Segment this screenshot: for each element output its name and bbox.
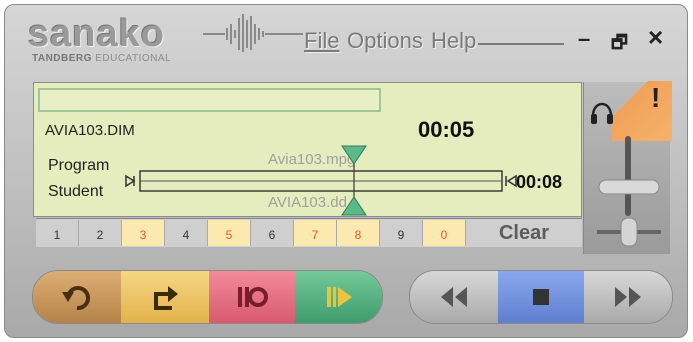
menu-options[interactable]: Options — [347, 28, 423, 54]
bookmark-0[interactable]: 0 — [423, 220, 466, 246]
bookmark-2[interactable]: 2 — [79, 220, 122, 246]
student-label: Student — [48, 183, 104, 200]
menu-file[interactable]: File — [304, 28, 339, 54]
play-from-button[interactable] — [295, 271, 382, 323]
program-label: Program — [48, 157, 110, 174]
logo-subtitle: TANDBERG EDUCATIONAL — [32, 53, 172, 64]
fast-forward-icon — [615, 287, 641, 307]
master-volume-handle — [598, 179, 660, 195]
alert-icon: ! — [651, 82, 661, 113]
stop-button[interactable] — [498, 271, 584, 323]
rewind-icon — [441, 287, 467, 307]
repeat-icon — [154, 286, 178, 310]
record-button[interactable] — [209, 271, 295, 323]
program-position-marker-icon — [341, 145, 367, 165]
play-from-icon — [326, 287, 352, 307]
rewind-button[interactable] — [410, 271, 498, 323]
menu-help[interactable]: Help — [431, 28, 476, 54]
bookmark-1[interactable]: 1 — [36, 220, 79, 246]
bookmark-6[interactable]: 6 — [251, 220, 294, 246]
sanako-logo: sanako — [28, 13, 165, 55]
remaining-time: 00:08 — [516, 172, 563, 192]
start-marker-icon — [125, 174, 136, 188]
master-volume-track — [625, 136, 631, 216]
status-field — [38, 88, 381, 112]
clear-bookmarks-button[interactable]: Clear — [466, 219, 582, 247]
stop-icon — [533, 289, 549, 305]
minimize-button[interactable]: – — [578, 26, 590, 52]
restore-button[interactable]: 🗗 — [611, 30, 628, 60]
bookmark-9[interactable]: 9 — [380, 220, 423, 246]
bookmark-8[interactable]: 8 — [337, 220, 380, 246]
end-marker-icon — [506, 174, 517, 188]
bookmark-4[interactable]: 4 — [165, 220, 208, 246]
timeline[interactable] — [120, 140, 520, 220]
volume-sliders[interactable] — [595, 132, 665, 250]
bookmark-7[interactable]: 7 — [294, 220, 337, 246]
undo-button[interactable] — [33, 271, 121, 323]
loaded-filename: AVIA103.DIM — [45, 122, 135, 139]
balance-handle — [620, 217, 638, 247]
bookmark-3[interactable]: 3 — [122, 220, 165, 246]
recording-controls — [32, 270, 383, 324]
repeat-button[interactable] — [121, 271, 209, 323]
fast-forward-button[interactable] — [584, 271, 672, 323]
bookmark-5[interactable]: 5 — [208, 220, 251, 246]
waveform-graphic — [203, 14, 303, 52]
undo-icon — [62, 286, 90, 311]
headphones-icon — [591, 102, 613, 124]
student-position-marker-icon — [341, 196, 367, 216]
bookmark-strip: 1 2 3 4 5 6 7 8 9 0 Clear — [36, 218, 582, 247]
record-icon — [238, 287, 268, 307]
menu-divider-line — [478, 43, 564, 45]
close-button[interactable]: × — [648, 22, 663, 53]
playback-controls — [409, 270, 673, 324]
